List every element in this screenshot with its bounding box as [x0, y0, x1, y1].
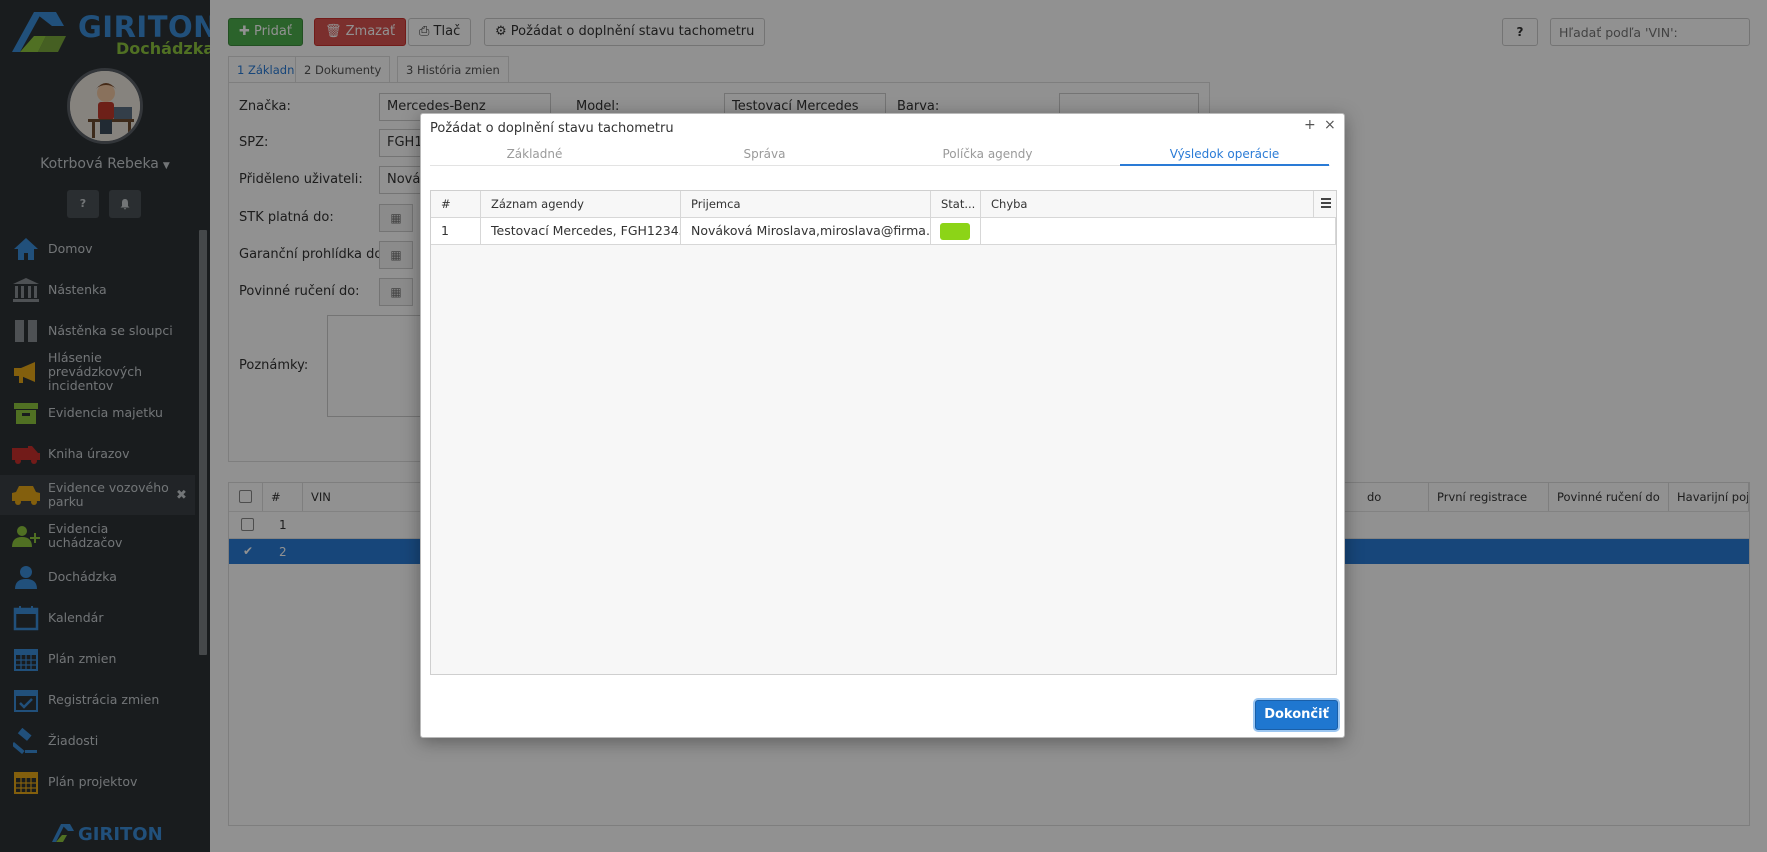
row-status	[931, 218, 981, 244]
result-grid-header: # Záznam agendy Prijemca Stat... Chyba	[431, 191, 1336, 218]
column-header[interactable]: #	[431, 191, 481, 218]
row-record: Testovací Mercedes, FGH123456	[481, 218, 681, 244]
column-header[interactable]: Záznam agendy	[481, 191, 681, 218]
tab-operation-result[interactable]: Výsledok operácie	[1120, 146, 1329, 166]
tab-basic[interactable]: Základné	[430, 146, 639, 166]
dialog-tabs: Základné Správa Políčka agendy Výsledok …	[430, 146, 1330, 166]
result-grid: # Záznam agendy Prijemca Stat... Chyba 1…	[430, 190, 1337, 675]
request-dialog: Požádat o doplnění stavu tachometru + × …	[420, 113, 1345, 738]
finish-button[interactable]: Dokončiť	[1255, 700, 1338, 730]
dialog-title: Požádat o doplnění stavu tachometru	[430, 121, 674, 136]
row-recipient: Nováková Miroslava,miroslava@firma.sk	[681, 218, 931, 244]
row-error	[981, 218, 1336, 244]
row-number: 1	[431, 218, 481, 244]
tab-message[interactable]: Správa	[660, 146, 869, 166]
column-header[interactable]: Prijemca	[681, 191, 931, 218]
table-row[interactable]: 1 Testovací Mercedes, FGH123456 Nováková…	[431, 218, 1336, 245]
maximize-icon[interactable]: +	[1304, 117, 1316, 133]
column-menu-icon[interactable]	[1321, 198, 1331, 210]
tab-agenda-fields[interactable]: Políčka agendy	[883, 146, 1092, 166]
column-header[interactable]: Stat...	[931, 191, 981, 218]
status-badge	[940, 223, 970, 240]
column-header[interactable]: Chyba	[981, 191, 1314, 218]
close-icon[interactable]: ×	[1324, 117, 1336, 133]
